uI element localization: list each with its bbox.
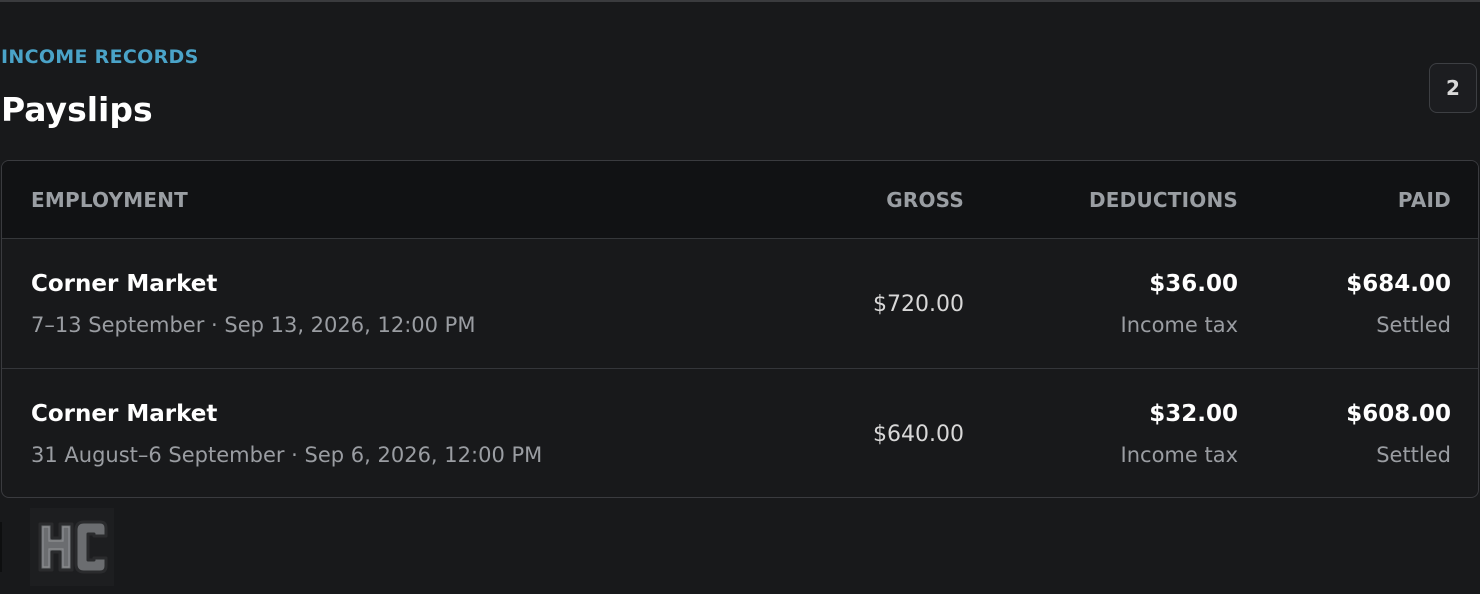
employer-name: Corner Market [31,271,218,297]
hc-logo-graphic [38,520,108,574]
column-header-paid[interactable]: PAID [1398,188,1451,212]
gross-amount: $640.00 [873,422,964,447]
page-title: Payslips [1,90,153,129]
section-eyebrow: INCOME RECORDS [1,46,199,68]
pay-period-meta: 7–13 September · Sep 13, 2026, 12:00 PM [31,313,476,337]
deduction-type: Income tax [1120,313,1238,337]
hc-logo-icon[interactable] [30,508,114,586]
edge-marker [0,522,2,572]
gross-amount: $720.00 [873,292,964,317]
pay-period-meta: 31 August–6 September · Sep 6, 2026, 12:… [31,443,543,467]
deductions-amount: $32.00 [1149,401,1238,427]
paid-amount: $684.00 [1346,271,1451,297]
column-header-employment[interactable]: EMPLOYMENT [31,188,188,212]
column-header-gross[interactable]: GROSS [886,188,964,212]
table-row[interactable]: Corner Market 7–13 September · Sep 13, 2… [2,239,1478,369]
table-header: EMPLOYMENT GROSS DEDUCTIONS PAID [2,161,1478,239]
paid-amount: $608.00 [1346,401,1451,427]
column-header-deductions[interactable]: DEDUCTIONS [1089,188,1238,212]
employer-name: Corner Market [31,401,218,427]
top-divider [0,0,1480,2]
table-row[interactable]: Corner Market 31 August–6 September · Se… [2,369,1478,497]
deductions-amount: $36.00 [1149,271,1238,297]
record-count-badge: 2 [1429,63,1477,113]
deduction-type: Income tax [1120,443,1238,467]
payment-status: Settled [1376,313,1451,337]
payment-status: Settled [1376,443,1451,467]
payslips-table: EMPLOYMENT GROSS DEDUCTIONS PAID Corner … [1,160,1479,498]
